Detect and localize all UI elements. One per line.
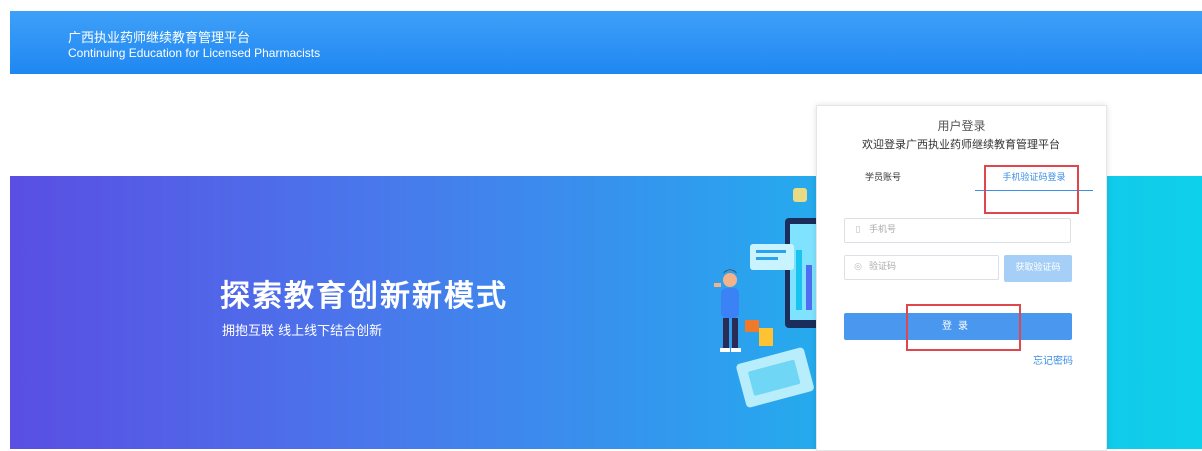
phone-input-placeholder: 手机号	[869, 225, 897, 235]
site-title: 广西执业药师继续教育管理平台	[68, 31, 251, 46]
hero-subline: 拥抱互联 线上线下结合创新	[222, 324, 383, 339]
phone-icon: ▯	[855, 225, 861, 235]
code-input-placeholder: 验证码	[869, 262, 897, 272]
shield-icon: ◎	[854, 262, 862, 272]
tab-phone-code-login[interactable]: 手机验证码登录	[975, 172, 1093, 191]
phone-input[interactable]: ▯ 手机号	[844, 218, 1071, 243]
hero-headline: 探索教育创新新模式	[220, 279, 508, 314]
site-subtitle: Continuing Education for Licensed Pharma…	[68, 46, 321, 60]
login-button[interactable]: 登录	[844, 313, 1072, 340]
forgot-password-link[interactable]: 忘记密码	[1033, 352, 1073, 367]
tab-student-account[interactable]: 学员账号	[865, 172, 901, 190]
verification-code-input[interactable]: ◎ 验证码	[844, 255, 999, 280]
login-panel: 用户登录 欢迎登录广西执业药师继续教育管理平台 学员账号 手机验证码登录 ▯ 手机…	[816, 105, 1107, 451]
login-welcome-text: 欢迎登录广西执业药师继续教育管理平台	[862, 138, 1060, 151]
login-title: 用户登录	[937, 119, 986, 133]
top-header: 广西执业药师继续教育管理平台 Continuing Education for …	[10, 11, 1202, 74]
get-code-button[interactable]: 获取验证码	[1004, 255, 1072, 282]
